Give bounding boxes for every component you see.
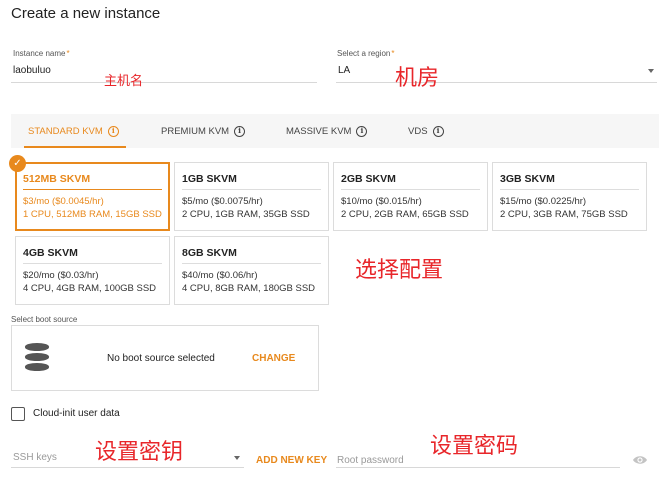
- boot-source-label: Select boot source: [11, 315, 78, 324]
- region-underline: [336, 82, 657, 83]
- plan-specs: 4 CPU, 8GB RAM, 180GB SSD: [182, 283, 316, 294]
- plan-specs: 2 CPU, 1GB RAM, 35GB SSD: [182, 209, 310, 220]
- tab-vds[interactable]: VDS i: [408, 114, 444, 148]
- instance-name-underline: [11, 82, 317, 83]
- instance-name-label: Instance name*: [13, 49, 70, 58]
- info-icon: i: [234, 125, 246, 137]
- plan-card-512mb-skvm[interactable]: ✓ 512MB SKVM $3/mo ($0.0045/hr) 1 CPU, 5…: [9, 155, 170, 231]
- plan-price: $15/mo ($0.0225/hr): [500, 196, 587, 207]
- ssh-keys-underline: [11, 467, 244, 468]
- region-label: Select a region*: [337, 49, 395, 58]
- password-annotation: 设置密码: [430, 434, 519, 459]
- tab-massive-kvm[interactable]: MASSIVE KVM i: [286, 114, 368, 148]
- plan-specs: 2 CPU, 3GB RAM, 75GB SSD: [500, 209, 628, 220]
- eye-icon[interactable]: [632, 454, 648, 466]
- ssh-annotation: 设置密钥: [95, 440, 184, 465]
- plan-name: 8GB SKVM: [182, 247, 321, 264]
- plan-card-1gb-skvm[interactable]: 1GB SKVM $5/mo ($0.0075/hr) 2 CPU, 1GB R…: [174, 162, 329, 231]
- check-icon: ✓: [9, 155, 26, 172]
- plan-price: $40/mo ($0.06/hr): [182, 270, 258, 281]
- chevron-down-icon[interactable]: [234, 456, 240, 460]
- plan-card-8gb-skvm[interactable]: 8GB SKVM $40/mo ($0.06/hr) 4 CPU, 8GB RA…: [174, 236, 329, 305]
- plan-specs: 2 CPU, 2GB RAM, 65GB SSD: [341, 209, 469, 220]
- boot-source-status: No boot source selected: [107, 353, 215, 364]
- root-password-underline: [336, 467, 620, 468]
- page-title: Create a new instance: [11, 5, 161, 22]
- info-icon: i: [432, 125, 444, 137]
- add-new-key-button[interactable]: ADD NEW KEY: [256, 455, 327, 466]
- tab-standard-kvm[interactable]: STANDARD KVM i: [24, 114, 126, 148]
- ssh-keys-select[interactable]: SSH keys: [13, 452, 57, 463]
- boot-source-box: No boot source selected CHANGE: [11, 325, 319, 391]
- plan-card-2gb-skvm[interactable]: 2GB SKVM $10/mo ($0.015/hr) 2 CPU, 2GB R…: [333, 162, 488, 231]
- region-select[interactable]: LA: [338, 65, 350, 76]
- plan-name: 2GB SKVM: [341, 173, 480, 190]
- chevron-down-icon[interactable]: [648, 69, 654, 73]
- plan-name: 4GB SKVM: [23, 247, 162, 264]
- plan-price: $20/mo ($0.03/hr): [23, 270, 99, 281]
- change-boot-source-button[interactable]: CHANGE: [252, 353, 295, 364]
- plan-type-tabs: STANDARD KVM i PREMIUM KVM i MASSIVE KVM…: [11, 114, 659, 148]
- info-icon: i: [107, 125, 119, 137]
- plan-card-3gb-skvm[interactable]: 3GB SKVM $15/mo ($0.0225/hr) 2 CPU, 3GB …: [492, 162, 647, 231]
- cloud-init-label: Cloud-init user data: [33, 408, 120, 419]
- plan-name: 1GB SKVM: [182, 173, 321, 190]
- plans-annotation: 选择配置: [355, 258, 444, 283]
- info-icon: i: [356, 125, 368, 137]
- instance-name-annotation: 主机名: [104, 74, 144, 89]
- plan-name: 512MB SKVM: [23, 173, 162, 190]
- plan-price: $3/mo ($0.0045/hr): [23, 196, 104, 207]
- cloud-init-checkbox[interactable]: [11, 407, 25, 421]
- region-annotation: 机房: [395, 66, 440, 91]
- plan-price: $10/mo ($0.015/hr): [341, 196, 422, 207]
- database-icon: [25, 343, 49, 371]
- root-password-input[interactable]: Root password: [337, 455, 404, 466]
- plan-price: $5/mo ($0.0075/hr): [182, 196, 263, 207]
- plan-name: 3GB SKVM: [500, 173, 639, 190]
- tab-premium-kvm[interactable]: PREMIUM KVM i: [161, 114, 246, 148]
- plan-card-4gb-skvm[interactable]: 4GB SKVM $20/mo ($0.03/hr) 4 CPU, 4GB RA…: [15, 236, 170, 305]
- plan-specs: 1 CPU, 512MB RAM, 15GB SSD: [23, 209, 162, 220]
- plan-specs: 4 CPU, 4GB RAM, 100GB SSD: [23, 283, 157, 294]
- instance-name-input[interactable]: laobuluo: [13, 65, 51, 76]
